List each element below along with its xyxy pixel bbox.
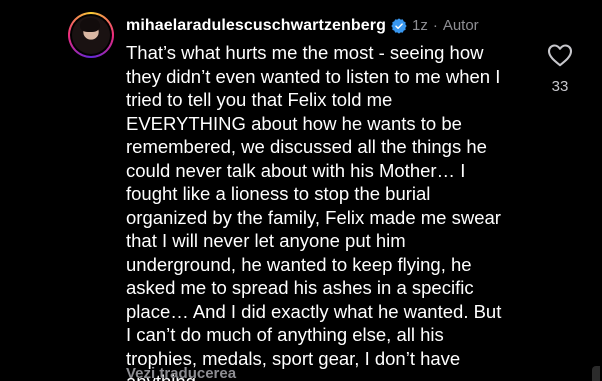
meta-separator: · — [432, 17, 438, 34]
comment-item: mihaelaradulescuschwartzenberg 1z · Auto… — [0, 0, 602, 381]
comment-header: mihaelaradulescuschwartzenberg 1z · Auto… — [126, 16, 479, 36]
heart-outline-icon[interactable] — [547, 43, 573, 67]
comment-text: That’s what hurts me the most - seeing h… — [126, 42, 502, 381]
like-count: 33 — [551, 78, 569, 95]
avatar-photo — [72, 16, 110, 54]
scrollbar-edge — [592, 366, 600, 381]
verified-badge-icon — [391, 18, 407, 34]
avatar[interactable] — [68, 12, 114, 58]
timestamp: 1z — [411, 17, 428, 34]
author-label: Autor — [442, 17, 479, 34]
see-translation-link[interactable]: Vezi traducerea — [126, 365, 236, 381]
username-link[interactable]: mihaelaradulescuschwartzenberg — [126, 16, 386, 36]
